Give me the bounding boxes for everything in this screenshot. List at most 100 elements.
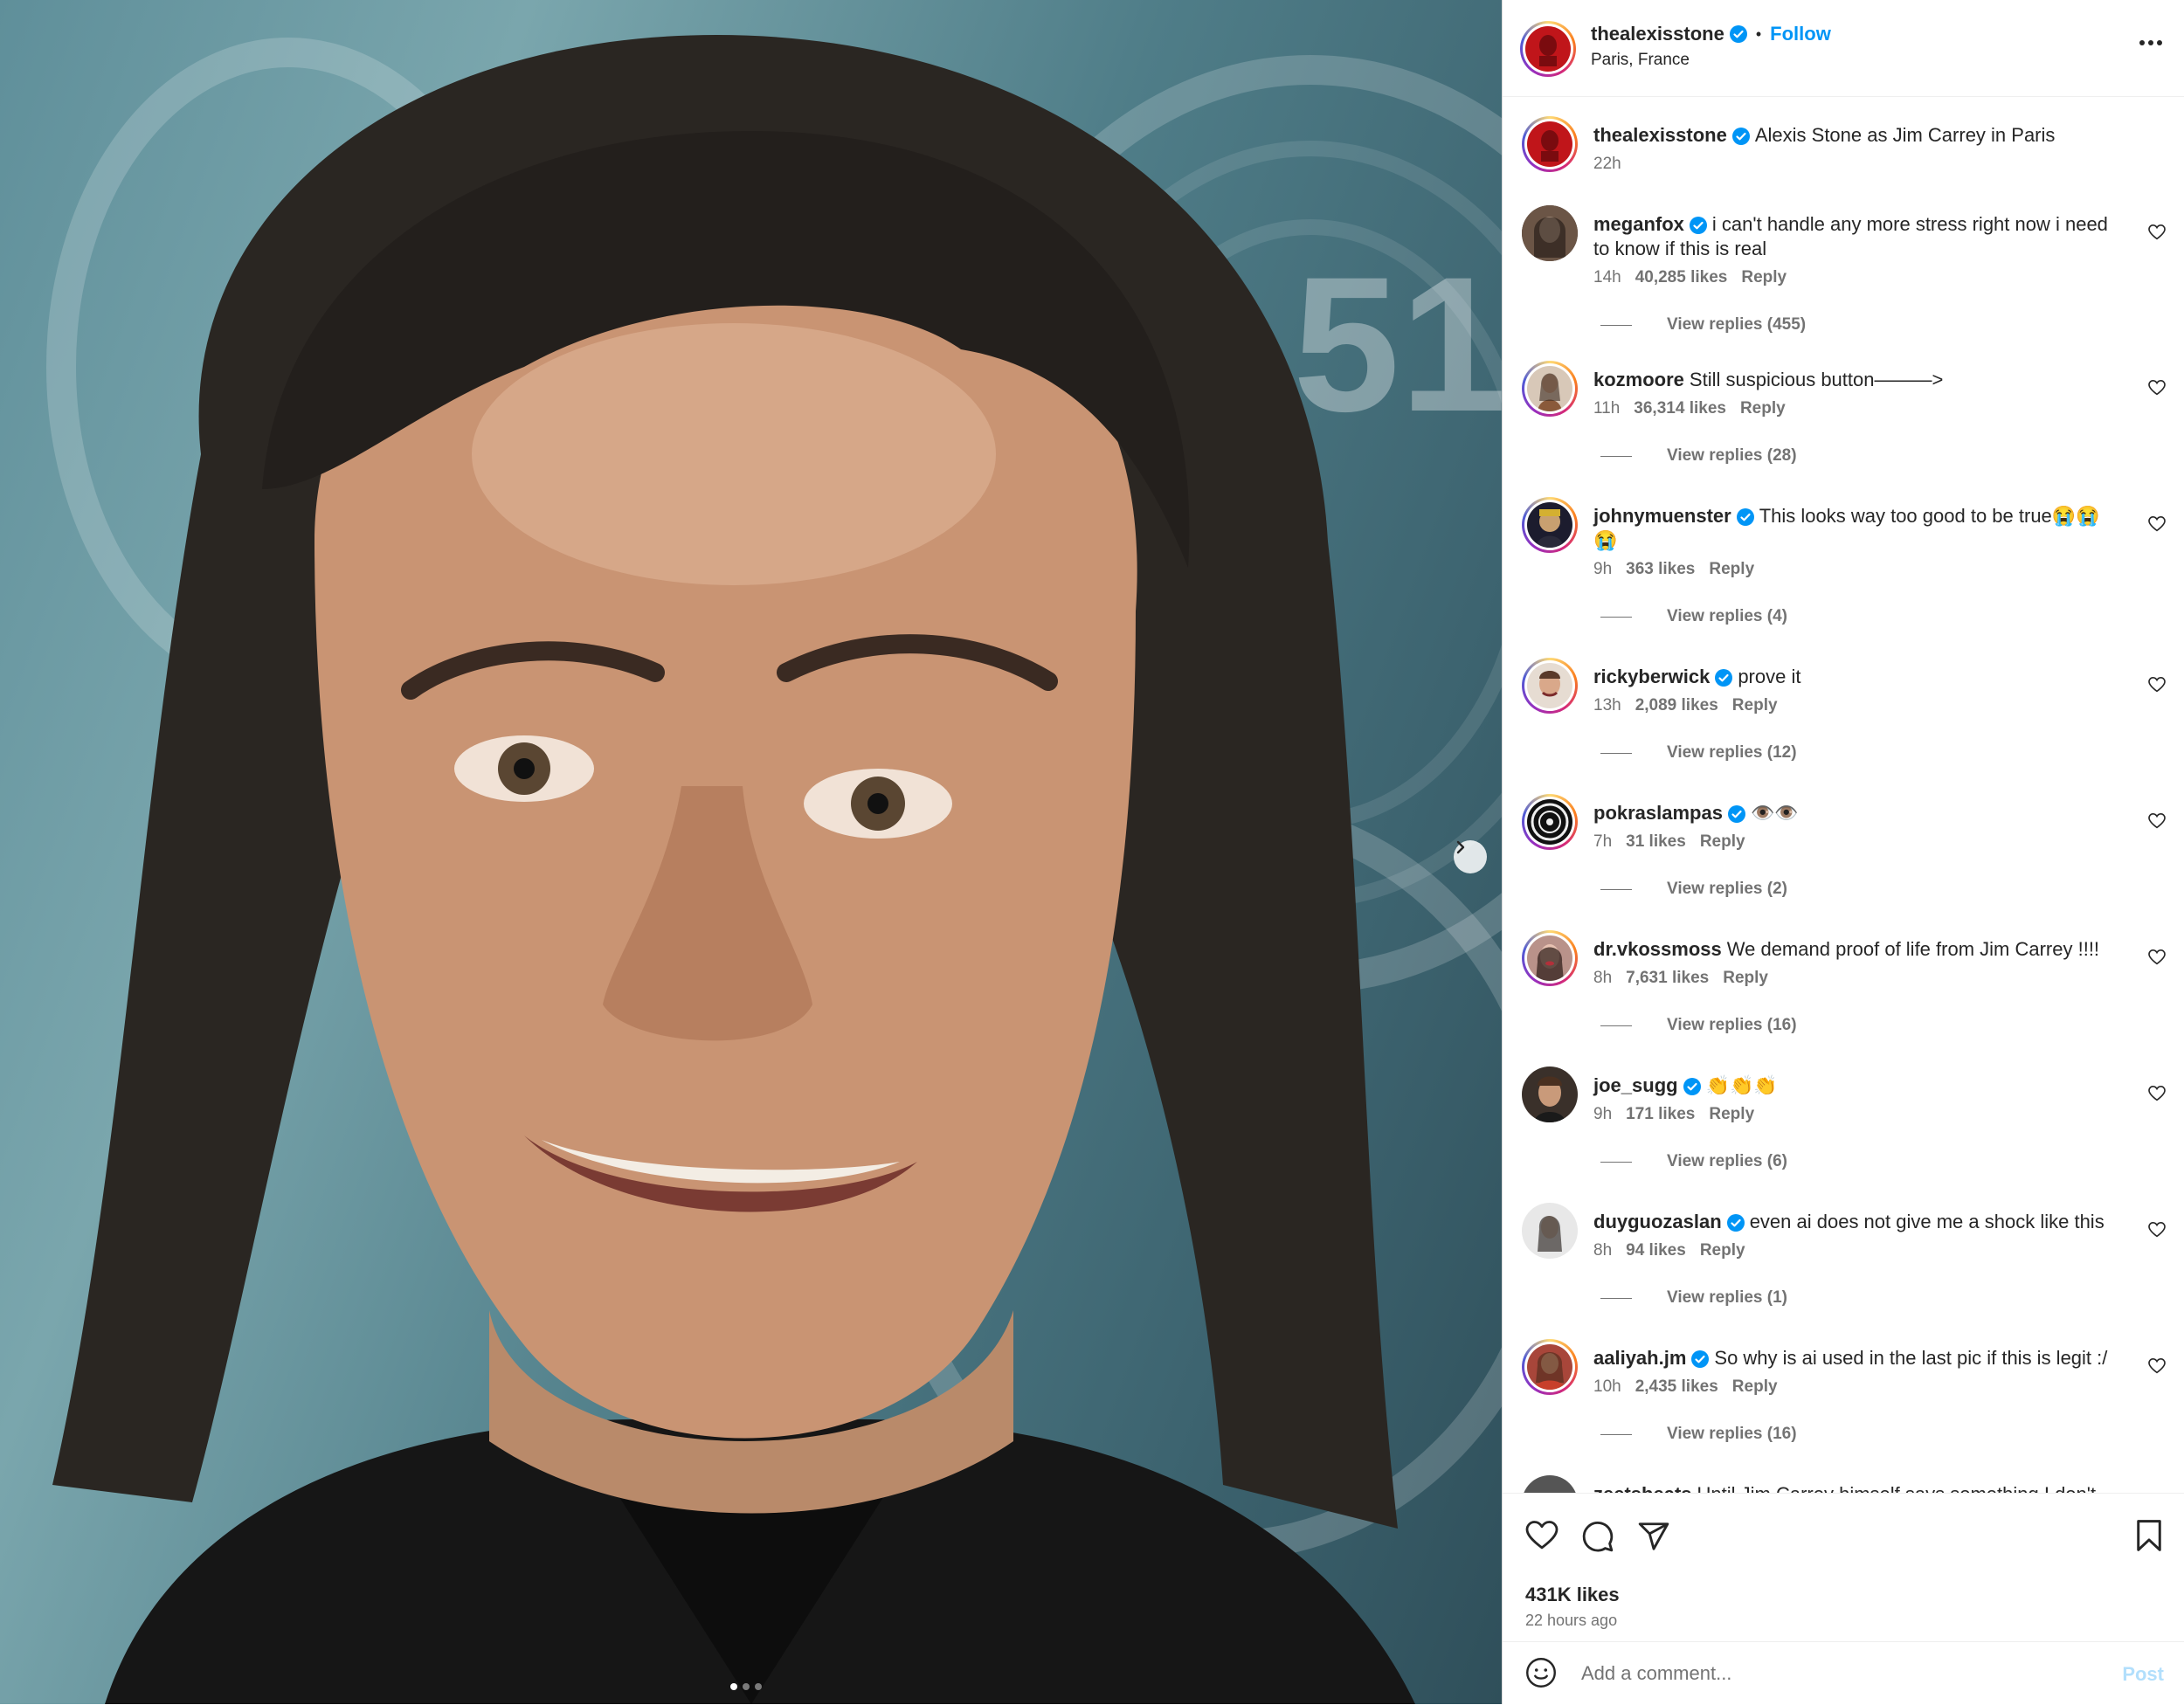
next-slide-button[interactable] (1454, 840, 1487, 873)
view-replies-button[interactable]: View replies (4) (1600, 607, 1787, 626)
avatar-image (1541, 130, 1559, 162)
save-button[interactable] (2136, 1520, 2162, 1556)
avatar-image (1531, 803, 1569, 841)
comment-likes[interactable]: 94 likes (1626, 1241, 1686, 1260)
view-replies-button[interactable]: View replies (16) (1600, 1016, 1797, 1035)
comment-avatar[interactable] (1522, 1203, 1578, 1259)
like-comment-button[interactable] (2148, 1085, 2166, 1106)
comment-text: dr.vkossmoss We demand proof of life from… (1593, 937, 2118, 962)
likes-count[interactable]: 431K likes (1525, 1584, 1620, 1606)
paper-plane-icon (1638, 1522, 1669, 1550)
post-actions: 431K likes 22 hours ago (1503, 1493, 2184, 1642)
comment-likes[interactable]: 2,435 likes (1635, 1377, 1718, 1396)
like-comment-button[interactable] (2148, 1221, 2166, 1242)
like-comment-button[interactable] (2148, 1357, 2166, 1378)
view-replies-label: View replies (2) (1667, 880, 1787, 898)
heart-icon (2148, 1357, 2166, 1374)
view-replies-button[interactable]: View replies (28) (1600, 446, 1797, 466)
comment-avatar[interactable] (1522, 205, 1578, 261)
verified-badge-icon (1731, 128, 1750, 146)
view-replies-button[interactable]: View replies (455) (1600, 315, 1806, 335)
post-comment-button[interactable]: Post (2122, 1663, 2164, 1686)
view-replies-label: View replies (12) (1667, 743, 1797, 762)
view-replies-button[interactable]: View replies (1) (1600, 1288, 1787, 1308)
reply-button[interactable]: Reply (1732, 696, 1778, 714)
instagram-post-view: 51 thealexisstone • Follow Paris, France… (0, 0, 2184, 1704)
comment-button[interactable] (1581, 1520, 1614, 1557)
separator-dot: • (1755, 24, 1762, 43)
reply-button[interactable]: Reply (1700, 832, 1745, 851)
comment-avatar[interactable] (1522, 497, 1578, 553)
more-options-button[interactable] (2139, 35, 2163, 51)
comment-avatar[interactable] (1522, 1066, 1578, 1122)
post-location[interactable]: Paris, France (1591, 51, 1690, 70)
comment-avatar[interactable] (1522, 1339, 1578, 1395)
comment-meta: 14h 40,285 likes Reply (1593, 268, 1800, 287)
view-replies-button[interactable]: View replies (2) (1600, 880, 1787, 899)
replies-divider (1600, 752, 1632, 754)
post-photo: 51 (46, 35, 1502, 1704)
follow-button[interactable]: Follow (1770, 23, 1831, 45)
avatar-image (1538, 373, 1562, 411)
svg-text:51: 51 (1293, 237, 1502, 452)
comment-likes[interactable]: 171 likes (1626, 1105, 1695, 1123)
comment-likes[interactable]: 40,285 likes (1635, 268, 1728, 286)
reply-button[interactable]: Reply (1709, 1105, 1754, 1123)
heart-icon (2148, 1085, 2166, 1101)
comment-likes[interactable]: 7,631 likes (1626, 969, 1709, 987)
author-username[interactable]: thealexisstone (1591, 23, 1724, 45)
view-replies-button[interactable]: View replies (12) (1600, 743, 1797, 763)
comment-avatar[interactable] (1522, 361, 1578, 417)
comment-username[interactable]: johnymuenster (1593, 505, 1731, 527)
comment-username[interactable]: duyguozaslan (1593, 1211, 1722, 1232)
replies-divider (1600, 1025, 1632, 1026)
comment-likes[interactable]: 31 likes (1626, 832, 1686, 851)
comment-username[interactable]: thealexisstone (1593, 124, 1727, 146)
comment-username[interactable]: zeetsbeats (1593, 1483, 1692, 1493)
like-comment-button[interactable] (2148, 379, 2166, 400)
reply-button[interactable]: Reply (1740, 399, 1786, 418)
like-comment-button[interactable] (2148, 515, 2166, 536)
share-button[interactable] (1637, 1521, 1670, 1557)
comment-username[interactable]: pokraslampas (1593, 802, 1723, 824)
comment-likes[interactable]: 363 likes (1626, 560, 1695, 578)
reply-button[interactable]: Reply (1709, 560, 1754, 578)
author-avatar[interactable] (1520, 21, 1576, 77)
like-comment-button[interactable] (2148, 949, 2166, 970)
comment-username[interactable]: kozmoore (1593, 369, 1684, 390)
comments-list[interactable]: thealexisstone Alexis Stone as Jim Carrey… (1503, 97, 2184, 1493)
comment-meta: 9h 363 likes Reply (1593, 560, 1768, 579)
emoji-button[interactable] (1525, 1657, 1557, 1693)
comment-username[interactable]: meganfox (1593, 213, 1684, 235)
comment-avatar[interactable] (1522, 930, 1578, 986)
heart-icon (1525, 1521, 1559, 1550)
comment-time: 9h (1593, 1105, 1613, 1123)
reply-button[interactable]: Reply (1723, 969, 1768, 987)
like-comment-button[interactable] (2148, 676, 2166, 697)
comment-avatar[interactable] (1522, 1475, 1578, 1493)
view-replies-button[interactable]: View replies (6) (1600, 1152, 1787, 1171)
like-comment-button[interactable] (2148, 812, 2166, 833)
comment-username[interactable]: dr.vkossmoss (1593, 938, 1722, 960)
author-avatar[interactable] (1522, 116, 1578, 172)
comment-likes[interactable]: 36,314 likes (1634, 399, 1726, 418)
comment-avatar[interactable] (1522, 794, 1578, 850)
comment-likes[interactable]: 2,089 likes (1635, 696, 1718, 714)
comment-avatar[interactable] (1522, 658, 1578, 714)
like-comment-button[interactable] (2148, 224, 2166, 245)
comment-bubble-icon (1582, 1521, 1614, 1552)
comment-input[interactable] (1579, 1654, 2055, 1693)
heart-icon (2148, 515, 2166, 532)
comment-time: 10h (1593, 1377, 1621, 1396)
view-replies-label: View replies (28) (1667, 446, 1797, 465)
reply-button[interactable]: Reply (1732, 1377, 1778, 1396)
comment-username[interactable]: rickyberwick (1593, 666, 1710, 687)
post-media[interactable]: 51 (0, 0, 1502, 1704)
view-replies-button[interactable]: View replies (16) (1600, 1425, 1797, 1444)
comment-username[interactable]: aaliyah.jm (1593, 1347, 1686, 1369)
comment-username[interactable]: joe_sugg (1593, 1074, 1678, 1096)
verified-badge-icon (1736, 508, 1754, 527)
like-post-button[interactable] (1525, 1521, 1559, 1555)
reply-button[interactable]: Reply (1700, 1241, 1745, 1260)
reply-button[interactable]: Reply (1741, 268, 1787, 286)
